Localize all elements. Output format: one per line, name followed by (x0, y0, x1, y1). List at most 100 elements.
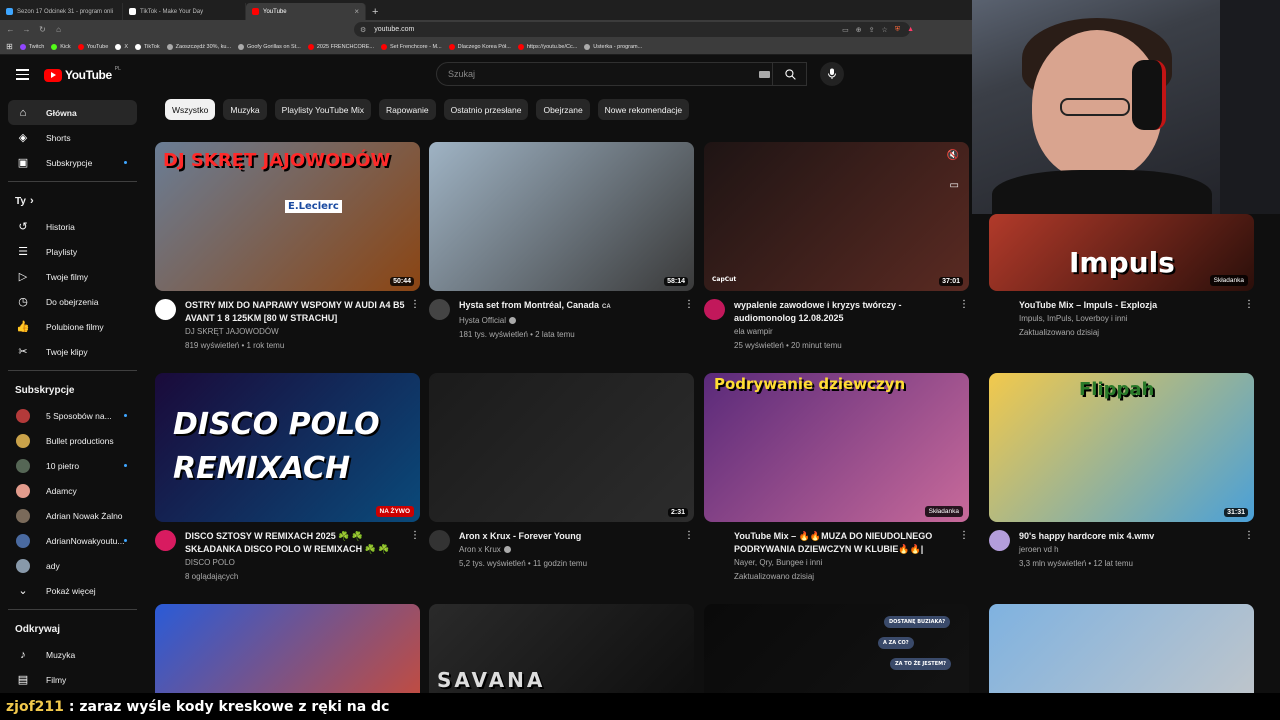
video-channel[interactable]: DJ SKRĘT JAJOWODÓW (185, 325, 407, 339)
channel-avatar[interactable] (704, 299, 725, 320)
sidebar-subscription-item[interactable]: Adamcy (8, 478, 137, 503)
apps-grid-icon[interactable]: ⊞ (6, 42, 13, 51)
channel-avatar[interactable] (155, 530, 176, 551)
sidebar-subscription-item[interactable]: Adrian Nowak Żalno (8, 503, 137, 528)
reload-icon[interactable]: ↻ (38, 25, 47, 34)
filter-chip[interactable]: Nowe rekomendacje (597, 99, 690, 120)
bookmark-item[interactable]: Zaoszczędź 30%, ku... (166, 43, 231, 50)
sidebar-item-you-4[interactable]: 👍 Polubione filmy (8, 314, 137, 339)
bookmark-item[interactable]: 2025 FRENCHCORE... (307, 43, 374, 50)
browser-tab[interactable]: Sezon 17 Odcinek 31 - program onli (0, 3, 123, 20)
channel-avatar[interactable] (429, 530, 450, 551)
captions-icon[interactable]: ▭ (950, 180, 959, 191)
sidebar-item-you-3[interactable]: ◷ Do obejrzenia (8, 289, 137, 314)
sidebar-you-heading[interactable]: Ty › (8, 188, 137, 214)
sidebar-item-main-2[interactable]: ▣ Subskrypcje (8, 150, 137, 175)
video-title[interactable]: 90's happy hardcore mix 4.wmv (1019, 530, 1241, 543)
tab-close-icon[interactable]: × (354, 7, 359, 16)
sidebar-item-you-1[interactable]: ☰ Playlisty (8, 239, 137, 264)
video-title[interactable]: OSTRY MIX DO NAPRAWY WSPOMY W AUDI A4 B5… (185, 299, 407, 325)
sidebar-item-you-2[interactable]: ▷ Twoje filmy (8, 264, 137, 289)
video-card[interactable]: 58:14 Hysta set from Montréal, Canada CA Hy… (429, 142, 694, 342)
show-more-button[interactable]: ⌄ Pokaż więcej (8, 578, 137, 603)
video-thumbnail[interactable]: 2:31 (429, 373, 694, 522)
filter-chip[interactable]: Playlisty YouTube Mix (274, 99, 372, 120)
browser-tab[interactable]: TikTok - Make Your Day (123, 3, 246, 20)
sidebar-item-main-0[interactable]: ⌂ Główna (8, 100, 137, 125)
new-tab-button[interactable]: + (366, 6, 384, 20)
video-title[interactable]: Hysta set from Montréal, Canada CA (459, 299, 681, 314)
bookmark-item[interactable]: Kick (51, 43, 71, 50)
share-icon[interactable]: ⇪ (869, 26, 875, 34)
more-options-icon[interactable]: ⋮ (684, 530, 694, 541)
filter-chip[interactable]: Ostatnio przesłane (443, 99, 529, 120)
more-options-icon[interactable]: ⋮ (1244, 299, 1254, 310)
video-title[interactable]: YouTube Mix – Impuls - Explozja (1019, 299, 1241, 312)
bookmark-star-icon[interactable]: ☆ (882, 26, 888, 34)
zoom-icon[interactable]: ⊕ (856, 26, 862, 34)
video-channel[interactable]: Aron x Krux (459, 543, 681, 557)
bookmark-item[interactable]: Twitch (19, 43, 44, 50)
bookmark-item[interactable]: X (115, 43, 128, 50)
menu-hamburger-icon[interactable] (16, 69, 29, 80)
filter-chip[interactable]: Rapowanie (379, 99, 436, 120)
video-thumbnail[interactable]: Impuls Składanka (989, 214, 1254, 291)
video-card[interactable]: Impuls Składanka YouTube Mix – Impuls - Ex… (989, 214, 1254, 340)
muted-icon[interactable]: 🔇 (947, 150, 959, 161)
video-channel[interactable]: Nayer, Qry, Bungee i inni (734, 556, 956, 570)
site-info-icon[interactable]: ⚙ (360, 26, 366, 34)
bookmark-item[interactable]: YouTube (77, 43, 108, 50)
cast-icon[interactable]: ▭ (842, 26, 849, 34)
video-card[interactable]: 2:31 Aron x Krux - Forever Young Aron x Kr… (429, 373, 694, 571)
browser-tab[interactable]: YouTube × (246, 3, 366, 20)
sidebar-item-you-0[interactable]: ↺ Historia (8, 214, 137, 239)
sidebar-subscription-item[interactable]: ady (8, 553, 137, 578)
video-thumbnail[interactable]: Podrywanie dziewczyn Składanka (704, 373, 969, 522)
channel-avatar[interactable] (429, 299, 450, 320)
video-card[interactable]: DISCO POLO REMIXACH NA ŻYWO DISCO SZTOSY W … (155, 373, 420, 584)
sidebar-item-explore-0[interactable]: ♪ Muzyka (8, 642, 137, 667)
more-options-icon[interactable]: ⋮ (684, 299, 694, 310)
voice-search-button[interactable] (820, 62, 844, 86)
forward-icon[interactable]: → (22, 25, 31, 34)
video-channel[interactable]: Hysta Official (459, 314, 681, 328)
keyboard-icon[interactable] (759, 71, 770, 78)
more-options-icon[interactable]: ⋮ (959, 530, 969, 541)
filter-chip[interactable]: Obejrzane (536, 99, 590, 120)
video-title[interactable]: DISCO SZTOSY W REMIXACH 2025 ☘️ ☘️ SKŁAD… (185, 530, 407, 556)
search-button[interactable] (772, 62, 808, 86)
more-options-icon[interactable]: ⋮ (410, 299, 420, 310)
url-bar[interactable]: ⚙ youtube.com (354, 22, 910, 37)
video-thumbnail[interactable]: DISCO POLO REMIXACH NA ŻYWO (155, 373, 420, 522)
bookmark-item[interactable]: TikTok (134, 43, 160, 50)
bookmark-item[interactable]: Usterka - program... (584, 43, 642, 50)
extension-triangle-icon[interactable]: ▲ (907, 26, 914, 33)
home-browser-icon[interactable]: ⌂ (54, 25, 63, 34)
bookmark-item[interactable]: https://youtu.be/Cc... (517, 43, 577, 50)
more-options-icon[interactable]: ⋮ (410, 530, 420, 541)
video-channel[interactable]: DISCO POLO (185, 556, 407, 570)
sidebar-item-main-1[interactable]: ◈ Shorts (8, 125, 137, 150)
sidebar-subscription-item[interactable]: 5 Sposobów na... (8, 403, 137, 428)
sidebar-item-you-5[interactable]: ✂ Twoje klipy (8, 339, 137, 364)
video-thumbnail[interactable]: 58:14 (429, 142, 694, 291)
video-title[interactable]: wypalenie zawodowe i kryzys twórczy - au… (734, 299, 956, 325)
sidebar-subscription-item[interactable]: 10 pietro (8, 453, 137, 478)
bookmark-item[interactable]: Dlaczego Korea Pół... (448, 43, 511, 50)
channel-avatar[interactable] (989, 299, 1010, 320)
bookmark-item[interactable]: Goofy Gorillas on St... (238, 43, 301, 50)
sidebar-subscription-item[interactable]: AdrianNowakyoutu... (8, 528, 137, 553)
video-card[interactable]: Podrywanie dziewczyn Składanka YouTube Mix… (704, 373, 969, 584)
video-thumbnail[interactable]: DJ SKRĘT JAJOWODÓW E.Leclerc 50:44 (155, 142, 420, 291)
channel-avatar[interactable] (704, 530, 725, 551)
video-channel[interactable]: jeroen vd h (1019, 543, 1241, 557)
filter-chip[interactable]: Muzyka (223, 99, 267, 120)
youtube-logo[interactable]: YouTube PL (44, 66, 121, 82)
sidebar-item-explore-1[interactable]: ▤ Filmy (8, 667, 137, 692)
more-options-icon[interactable]: ⋮ (959, 299, 969, 310)
video-thumbnail[interactable]: CapCut 37:01 🔇 ▭ (704, 142, 969, 291)
search-input[interactable] (448, 69, 748, 79)
bookmark-item[interactable]: Set Frenchcore - M... (380, 43, 442, 50)
extension-shield-icon[interactable]: ⛨ (895, 26, 900, 34)
video-title[interactable]: Aron x Krux - Forever Young (459, 530, 681, 543)
